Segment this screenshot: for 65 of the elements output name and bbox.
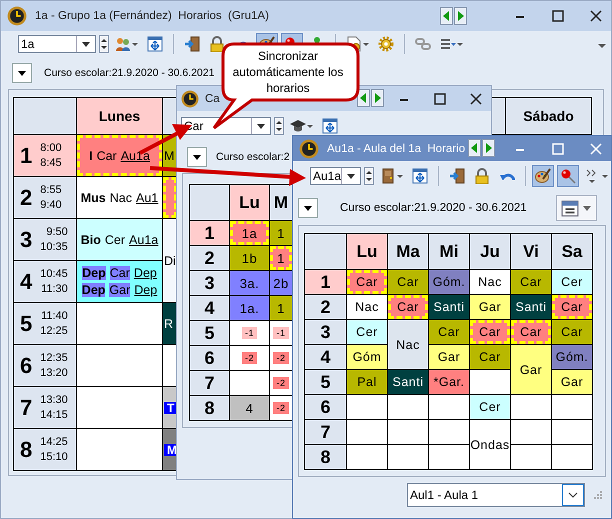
period-number: 5 xyxy=(190,321,229,345)
period-end: 12:25 xyxy=(40,324,68,338)
subject-label: Bio xyxy=(80,232,101,246)
period-number: 7 xyxy=(20,394,32,420)
period-start: 10:45 xyxy=(40,266,68,282)
period-end: 14:15 xyxy=(40,408,68,422)
period-number: 6 xyxy=(20,352,32,378)
period-number: 7 xyxy=(305,420,346,444)
period-start: 8:00 xyxy=(40,140,62,156)
school-year-label: Curso escolar:2 xyxy=(216,151,290,163)
period-number: 1 xyxy=(20,142,32,168)
period-number: 1 xyxy=(305,270,346,294)
period-start: 12:35 xyxy=(40,350,68,366)
period-number: 8 xyxy=(190,396,229,420)
period-start: 8:55 xyxy=(40,182,62,198)
period-number: 8 xyxy=(305,445,346,469)
subject-label: I xyxy=(89,148,93,162)
period-end: 11:30 xyxy=(41,282,68,296)
tag-label: -2 xyxy=(273,402,288,414)
tag-label: -2 xyxy=(242,352,257,364)
period-number: 2 xyxy=(190,246,229,270)
period-start: 9:50 xyxy=(46,224,68,240)
period-number: 8 xyxy=(20,436,32,462)
window-title: Au1a - Aula del 1a Horario xyxy=(327,142,466,154)
period-number: 6 xyxy=(190,346,229,370)
subject-label: Dep xyxy=(82,283,106,297)
window-title: Ca xyxy=(205,92,220,104)
period-number: 3 xyxy=(305,320,346,344)
period-start: 11:40 xyxy=(41,308,68,324)
teacher-label: Gar xyxy=(109,283,130,297)
period-number: 6 xyxy=(305,395,346,419)
period-number: 3 xyxy=(20,226,32,252)
period-number: 7 xyxy=(190,371,229,395)
school-year-label: Curso escolar:21.9.2020 - 30.6.2021 xyxy=(44,67,214,79)
period-number: 2 xyxy=(20,184,32,210)
tag-label: -2 xyxy=(273,352,288,364)
subject-label: Dep xyxy=(82,266,106,280)
period-number: 5 xyxy=(20,310,32,336)
tag-label: M xyxy=(164,444,177,456)
period-number: 4 xyxy=(190,296,229,320)
teacher-label: Nac xyxy=(110,190,132,204)
period-end: 15:10 xyxy=(40,450,68,464)
teacher-label: Car xyxy=(110,266,130,280)
period-number: 5 xyxy=(305,370,346,394)
subject-label: Mus xyxy=(80,190,106,204)
tag-label: -1 xyxy=(242,327,257,339)
window-title: 1a - Grupo 1a (Fernández) Horarios (Gru1A) xyxy=(35,10,269,22)
teacher-label: Cer xyxy=(104,232,126,246)
tag-label: -1 xyxy=(273,327,288,339)
period-start: 14:25 xyxy=(40,434,68,450)
period-end: 9:40 xyxy=(40,198,62,212)
period-number: 1 xyxy=(190,221,229,245)
period-number: 3 xyxy=(190,271,229,295)
teacher-label: Car xyxy=(96,148,117,162)
period-end: 8:45 xyxy=(40,156,62,170)
tooltip-text: Sincronizar automáticamente los horarios xyxy=(232,48,344,96)
period-end: 13:20 xyxy=(40,366,68,380)
period-number: 2 xyxy=(305,295,346,319)
tag-label: T xyxy=(164,402,177,414)
period-end: 10:35 xyxy=(40,240,68,254)
period-number: 4 xyxy=(305,345,346,369)
school-year-label: Curso escolar:21.9.2020 - 30.6.2021 xyxy=(340,202,527,214)
period-start: 13:30 xyxy=(40,392,68,408)
period-number: 4 xyxy=(20,268,32,294)
tag-label: -2 xyxy=(273,377,288,389)
